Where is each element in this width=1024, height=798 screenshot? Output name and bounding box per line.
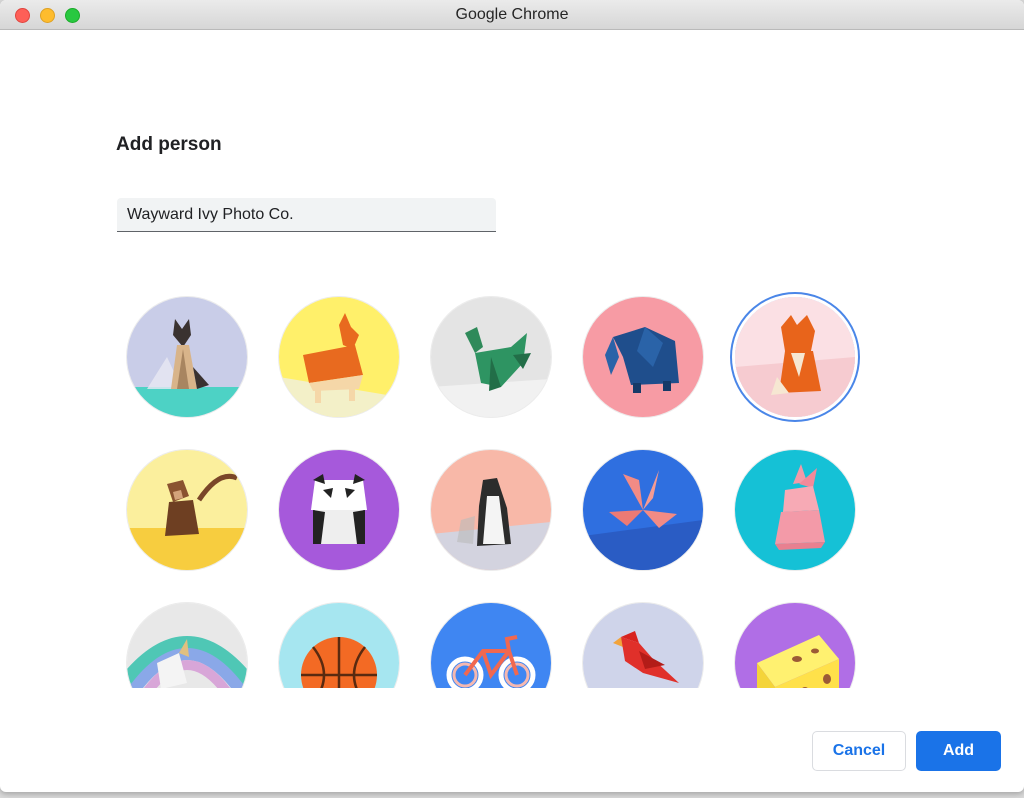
avatar-butterfly[interactable] (583, 450, 703, 570)
person-name-input[interactable] (117, 198, 496, 232)
avatar-grid (110, 280, 890, 688)
avatar-fox[interactable] (735, 297, 855, 417)
avatar-basketball[interactable] (279, 603, 399, 688)
avatar-monkey[interactable] (127, 450, 247, 570)
cancel-button[interactable]: Cancel (812, 731, 906, 771)
dialog-heading: Add person (116, 134, 222, 155)
avatar-corgi[interactable] (279, 297, 399, 417)
avatar-bicycle[interactable] (431, 603, 551, 688)
avatar-dragon[interactable] (431, 297, 551, 417)
chrome-window: Google Chrome Add person Wayward Ivy Pho… (0, 0, 1024, 792)
window-title: Google Chrome (455, 6, 569, 23)
avatar-rabbit[interactable] (735, 450, 855, 570)
avatar-penguin[interactable] (431, 450, 551, 570)
avatar-bird[interactable] (583, 603, 703, 688)
avatar-cat[interactable] (127, 297, 247, 417)
avatar-unicorn[interactable] (127, 603, 247, 688)
add-button[interactable]: Add (916, 731, 1001, 771)
avatar-cheese[interactable] (735, 603, 855, 688)
title-bar: Google Chrome (0, 0, 1024, 30)
avatar-panda[interactable] (279, 450, 399, 570)
avatar-elephant[interactable] (583, 297, 703, 417)
